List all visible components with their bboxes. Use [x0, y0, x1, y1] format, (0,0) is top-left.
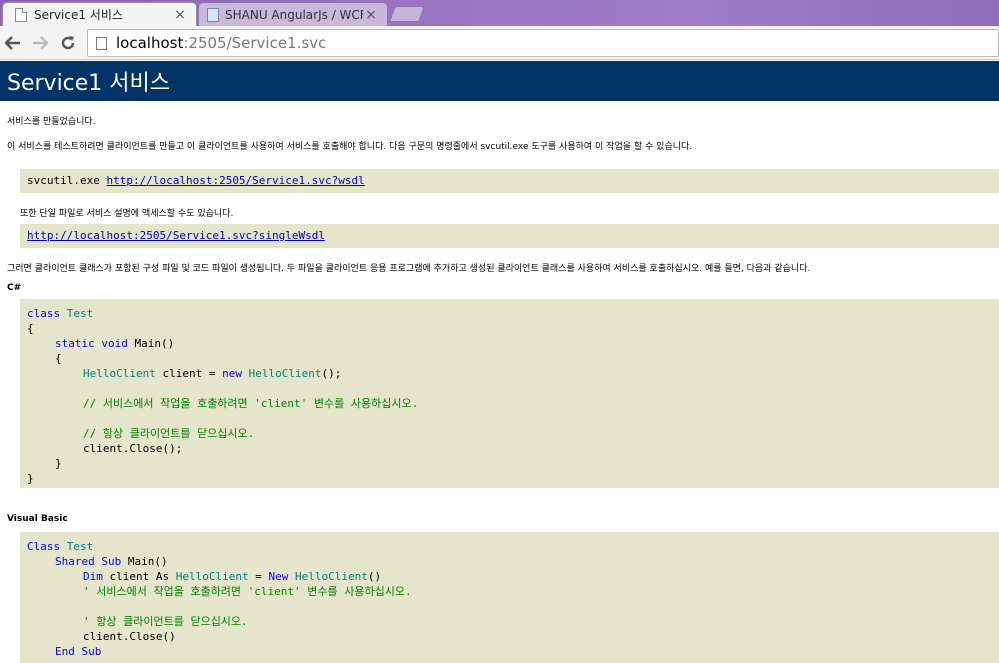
page-icon	[96, 36, 107, 50]
svcutil-box: svcutil.exe http://localhost:2505/Servic…	[20, 169, 999, 193]
page-icon	[207, 7, 219, 22]
code-line: {	[55, 352, 62, 365]
code-line: class Test	[27, 307, 94, 320]
wsdl-link[interactable]: http://localhost:2505/Service1.svc?wsdl	[106, 174, 364, 187]
single-wsdl-box: http://localhost:2505/Service1.svc?singl…	[20, 224, 999, 248]
svcutil-command: svcutil.exe	[27, 174, 107, 187]
code-line: {	[27, 322, 34, 335]
vb-code-block: Class Test Shared Sub Main() Dim client …	[20, 532, 999, 663]
new-tab-icon[interactable]	[389, 6, 425, 22]
code-line: Dim client As HelloClient = New HelloCli…	[83, 570, 382, 583]
close-icon[interactable]: ×	[363, 7, 379, 23]
tab-shanu[interactable]: SHANU AngularJs / WCF ×	[198, 2, 388, 26]
generated-text: 그러면 클라이언트 클래스가 포함된 구성 파일 및 코드 파일이 생성됩니다.…	[7, 264, 811, 274]
code-line: }	[27, 472, 34, 485]
tab-title: Service1 서비스	[34, 8, 123, 22]
tab-strip: Service1 서비스 × SHANU AngularJs / WCF ×	[0, 0, 999, 26]
back-arrow-icon[interactable]	[2, 32, 24, 54]
csharp-label: C#	[7, 283, 22, 293]
tab-service1[interactable]: Service1 서비스 ×	[2, 2, 197, 26]
close-icon[interactable]: ×	[172, 7, 188, 23]
code-comment: // 항상 클라이언트를 닫으십시오.	[83, 427, 255, 440]
code-line: static void Main()	[55, 337, 175, 350]
code-comment: ' 항상 클라이언트를 닫으십시오.	[83, 615, 248, 628]
page-content: Service1 서비스 서비스를 만들었습니다. 이 서비스를 테스트하려면 …	[0, 61, 999, 663]
reload-icon[interactable]	[57, 32, 79, 54]
code-comment: // 서비스에서 작업을 호출하려면 'client' 변수를 사용하십시오.	[83, 397, 419, 410]
browser-toolbar: localhost:2505/Service1.svc	[0, 26, 999, 60]
page-icon	[15, 7, 27, 22]
created-text: 서비스를 만들었습니다.	[7, 117, 96, 127]
test-instructions: 이 서비스를 테스트하려면 클라이언트를 만들고 이 클라이언트를 사용하여 서…	[7, 142, 693, 152]
address-bar[interactable]: localhost:2505/Service1.svc	[87, 29, 999, 57]
code-line: HelloClient client = new HelloClient();	[83, 367, 342, 380]
url-text: localhost:2505/Service1.svc	[116, 34, 327, 52]
code-line: Shared Sub Main()	[55, 555, 168, 568]
code-comment: ' 서비스에서 작업을 호출하려면 'client' 변수를 사용하십시오.	[83, 585, 412, 598]
code-line: client.Close();	[83, 442, 183, 455]
page-title: Service1 서비스	[0, 61, 999, 101]
single-file-text: 또한 단일 파일로 서비스 설명에 액세스할 수도 있습니다.	[20, 209, 234, 219]
forward-arrow-icon[interactable]	[29, 32, 51, 54]
code-line: Class Test	[27, 540, 94, 553]
csharp-code-block: class Test { static void Main() { HelloC…	[20, 299, 999, 488]
code-line: }	[55, 457, 62, 470]
vb-label: Visual Basic	[7, 514, 68, 524]
single-wsdl-link[interactable]: http://localhost:2505/Service1.svc?singl…	[27, 229, 325, 242]
code-line: client.Close()	[83, 630, 176, 643]
tab-title: SHANU AngularJs / WCF	[225, 7, 363, 22]
code-line: End Sub	[55, 645, 102, 658]
